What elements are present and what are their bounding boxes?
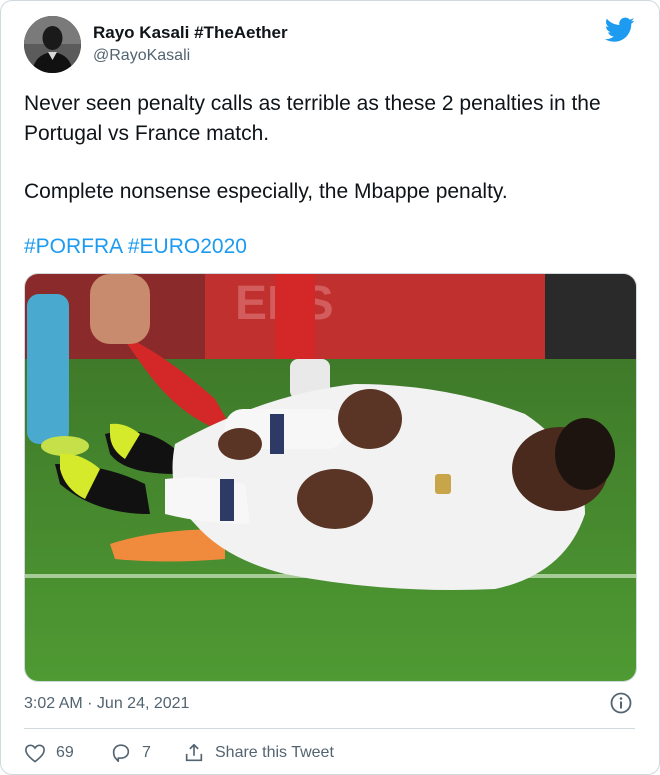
author-handle[interactable]: @RayoKasali <box>93 47 190 65</box>
tweet-text: Never seen penalty calls as terrible as … <box>24 89 639 207</box>
tweet-card: Rayo Kasali #TheAether @RayoKasali Never… <box>0 0 660 775</box>
share-button[interactable]: Share this Tweet <box>183 740 334 766</box>
reply-button[interactable]: 7 <box>110 740 151 766</box>
tweet-paragraph: Complete nonsense especially, the Mbappe… <box>24 180 508 203</box>
share-icon <box>185 743 203 762</box>
hashtag-list: #PORFRA #EURO2020 <box>24 232 247 262</box>
heart-icon <box>25 744 45 763</box>
tweet-media-photo[interactable]: ERS <box>24 273 637 682</box>
like-count: 69 <box>56 744 74 761</box>
twitter-bird-icon[interactable] <box>604 17 635 43</box>
tweet-timestamp[interactable]: 3:02 AM · Jun 24, 2021 <box>24 695 189 713</box>
tweet-paragraph: Never seen penalty calls as terrible as … <box>24 92 601 145</box>
info-icon[interactable] <box>610 692 632 714</box>
author-avatar[interactable] <box>24 16 81 73</box>
avatar-portrait <box>24 16 81 73</box>
photo-football-player-injured: ERS <box>25 274 636 681</box>
reply-count: 7 <box>142 744 151 761</box>
reply-bubble-icon <box>112 744 130 763</box>
like-button[interactable]: 69 <box>24 740 74 766</box>
hashtag-euro2020[interactable]: #EURO2020 <box>128 235 247 258</box>
hashtag-porfra[interactable]: #PORFRA <box>24 235 122 258</box>
divider <box>24 728 635 729</box>
share-label: Share this Tweet <box>215 744 334 761</box>
author-name[interactable]: Rayo Kasali #TheAether <box>93 23 288 43</box>
